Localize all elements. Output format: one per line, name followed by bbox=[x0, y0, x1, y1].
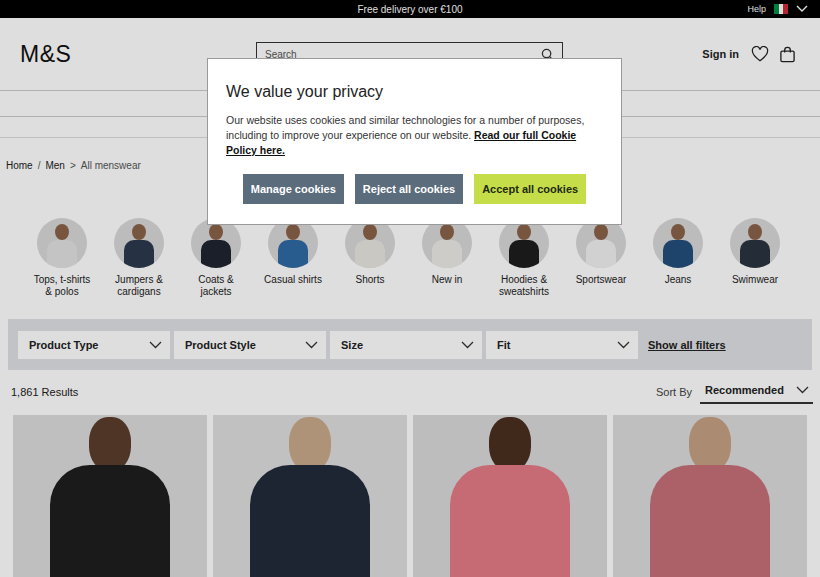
cookie-button[interactable]: Manage cookies bbox=[243, 174, 344, 204]
dialog-title: We value your privacy bbox=[226, 83, 603, 101]
page: Free delivery over €100HelpM&SSearchSign… bbox=[0, 0, 820, 577]
cookie-button[interactable]: Accept all cookies bbox=[474, 174, 586, 204]
dialog-body: Our website uses cookies and similar tec… bbox=[226, 113, 603, 158]
cookie-button[interactable]: Reject all cookies bbox=[355, 174, 463, 204]
cookie-dialog: We value your privacy Our website uses co… bbox=[207, 58, 622, 225]
dialog-buttons: Manage cookies Reject all cookies Accept a… bbox=[226, 174, 603, 204]
cookie-policy-link[interactable]: Read our full Cookie Policy here. bbox=[226, 129, 576, 156]
